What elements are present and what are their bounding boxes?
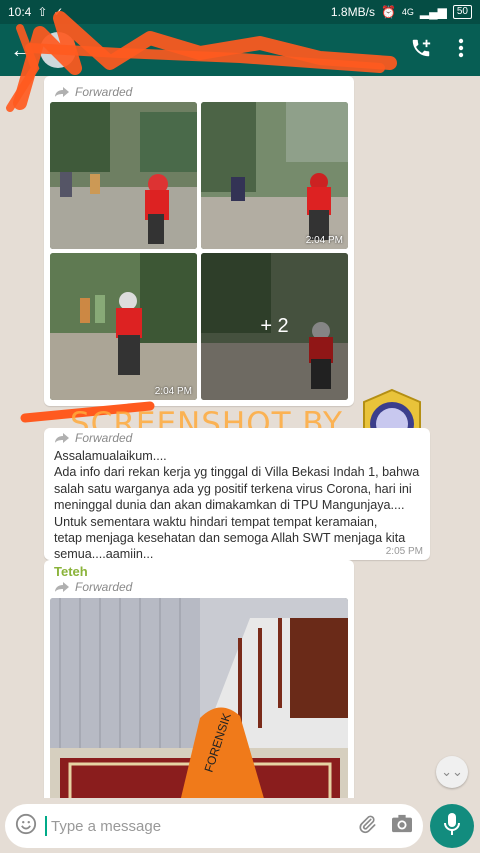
scroll-to-bottom-button[interactable]: ⌄⌄ (436, 756, 468, 788)
photo-thumbnail[interactable]: + 2 (201, 253, 348, 400)
battery-indicator: 50 (452, 5, 472, 19)
forwarded-label: Forwarded (54, 85, 132, 99)
chat-header: ← (0, 24, 480, 76)
microphone-icon (443, 812, 461, 841)
alarm-icon: ⏰ (380, 5, 396, 19)
add-call-icon[interactable] (410, 37, 432, 64)
upload-icon: ⇧ (37, 5, 48, 19)
network-type: 4G (401, 7, 414, 17)
text-message[interactable]: Forwarded Assalamualaikum.... Ada info d… (44, 428, 430, 563)
message-time: 2:05 PM (385, 546, 423, 557)
forward-arrow-icon (55, 433, 69, 443)
message-line: tetap menjaga kesehatan dan semoga Allah… (54, 531, 406, 546)
photo-image[interactable]: FORENSIK (50, 598, 348, 798)
chat-area[interactable]: Forwarded 2:04 PM 2:04 PM + 2 SCREENSHOT… (0, 76, 480, 798)
status-bar: 10:4 ⇧ ✓ 1.8MB/s ⏰ 4G ▂▄▆ 50 (0, 0, 480, 24)
message-input[interactable] (45, 816, 357, 836)
photo-time: 2:04 PM (154, 386, 192, 397)
forward-arrow-icon (55, 87, 69, 97)
message-line: Assalamualaikum.... (54, 449, 167, 463)
back-arrow-icon[interactable]: ← (10, 37, 32, 63)
message-line: salah satu warganya ada yg positif terke… (54, 481, 412, 496)
photo-message[interactable]: Teteh Forwarded FORENSIK (44, 560, 354, 798)
message-line: Ada info dari rekan kerja yg tinggal di … (54, 465, 420, 480)
net-speed: 1.8MB/s (330, 5, 375, 19)
more-options-icon[interactable] (458, 38, 464, 63)
status-time: 10:4 (8, 5, 32, 19)
chevron-down-icon: ⌄⌄ (441, 764, 463, 779)
microphone-button[interactable] (430, 804, 474, 848)
avatar[interactable] (40, 32, 76, 68)
more-photos-overlay[interactable]: + 2 (201, 253, 348, 400)
attach-icon[interactable] (357, 813, 377, 840)
photo-grid: 2:04 PM 2:04 PM + 2 (50, 102, 348, 400)
album-message[interactable]: Forwarded 2:04 PM 2:04 PM + 2 (44, 76, 354, 406)
message-text: Assalamualaikum.... Ada info dari rekan … (54, 448, 426, 563)
message-line: Untuk sementara waktu hindari tempat tem… (54, 514, 378, 529)
camera-icon[interactable] (391, 814, 413, 839)
signal-icon: ▂▄▆ (419, 5, 447, 19)
photo-time: 2:04 PM (305, 235, 343, 246)
emoji-icon[interactable] (15, 813, 37, 840)
message-composer (5, 804, 423, 848)
check-icon: ✓ (53, 5, 64, 19)
sender-name[interactable]: Teteh (54, 564, 88, 579)
forwarded-label: Forwarded (54, 431, 132, 445)
photo-thumbnail[interactable]: 2:04 PM (201, 102, 348, 249)
photo-thumbnail[interactable]: 2:04 PM (50, 253, 197, 400)
photo-thumbnail[interactable] (50, 102, 197, 249)
message-line: meninggal dunia dan akan dimakamkan di T… (54, 498, 405, 513)
forward-arrow-icon (55, 582, 69, 592)
forwarded-label: Forwarded (54, 580, 132, 594)
